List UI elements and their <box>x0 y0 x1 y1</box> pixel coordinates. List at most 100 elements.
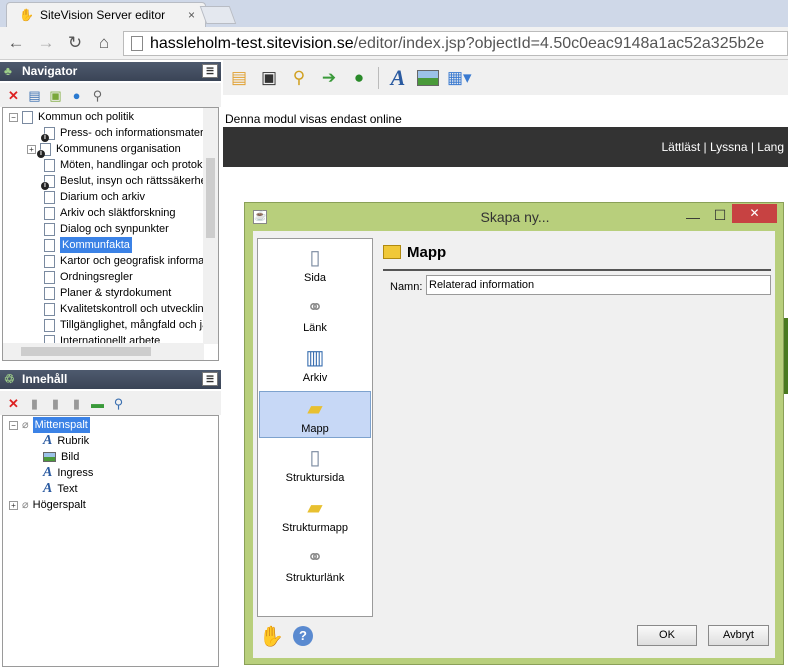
url-host: hassleholm-test.sitevision.se <box>150 34 354 52</box>
tree-item-selected[interactable]: − ⌀ Mittenspalt <box>9 417 90 433</box>
panel-menu-icon[interactable]: ☰ <box>202 372 218 386</box>
expand-icon[interactable]: + <box>27 144 36 154</box>
tree-item-selected[interactable]: Kommunfakta <box>44 237 132 253</box>
info-page-icon <box>41 174 55 190</box>
type-item-sida[interactable]: ▯ Sida <box>259 241 371 288</box>
structure-link-icon: ⚭ <box>306 547 324 569</box>
type-item-mapp[interactable]: ▰ Mapp <box>259 391 371 438</box>
expand-icon[interactable]: + <box>9 500 18 510</box>
scrollbar-thumb[interactable] <box>21 347 151 356</box>
type-list: ▯ Sida ⚭ Länk ▥ Arkiv ▰ Mapp ▯ Struktursida ▰… <box>257 238 373 617</box>
folder-icon <box>383 245 401 259</box>
tree-item[interactable]: A Text <box>43 481 78 497</box>
navigator-tree-icon: ♣ <box>4 64 12 78</box>
publish-icon[interactable]: ▣ <box>48 88 63 103</box>
collapse-icon[interactable]: − <box>9 112 18 122</box>
text-module-icon: A <box>43 481 53 496</box>
tree-item[interactable]: Press- och informationsmateri <box>41 125 206 142</box>
vertical-scrollbar[interactable] <box>203 108 218 344</box>
help-icon[interactable]: ? <box>293 626 313 646</box>
checklist-icon[interactable]: ▤ <box>27 88 42 103</box>
cancel-button[interactable]: Avbryt <box>708 625 769 646</box>
tree-item[interactable]: Kartor och geografisk informa <box>44 253 204 269</box>
type-item-lank[interactable]: ⚭ Länk <box>259 291 371 338</box>
create-new-dialog: ☕ Skapa ny... — ☐ ✕ ▯ Sida ⚭ Länk ▥ Arkiv ▰… <box>244 202 784 665</box>
publish-icon[interactable]: ➔ <box>318 67 340 89</box>
online-icon[interactable]: ● <box>348 67 370 89</box>
content-title: Innehåll <box>22 372 68 386</box>
tree-item[interactable]: − Kommun och politik <box>9 109 134 125</box>
type-item-struktursida[interactable]: ▯ Struktursida <box>259 441 371 488</box>
preview-icon[interactable]: ⚲ <box>111 396 126 411</box>
collapse-icon[interactable]: − <box>9 420 18 430</box>
tree-item[interactable]: Planer & styrdokument <box>44 285 171 301</box>
copy-icon[interactable]: ▮ <box>27 396 42 411</box>
cut-icon[interactable]: ▮ <box>69 396 84 411</box>
content-panel-icon: ♲ <box>4 372 15 386</box>
name-label: Namn: <box>390 281 423 293</box>
section-divider <box>383 269 771 271</box>
page-icon <box>44 318 55 332</box>
maximize-button[interactable]: ☐ <box>710 201 730 229</box>
scrollbar-thumb[interactable] <box>206 158 215 238</box>
search-icon[interactable]: ⚲ <box>90 88 105 103</box>
horizontal-scrollbar[interactable] <box>3 343 204 360</box>
tree-item[interactable]: Arkiv och släktforskning <box>44 205 176 221</box>
tree-item[interactable]: Beslut, insyn och rättssäkerhe <box>41 173 207 190</box>
tree-item[interactable]: A Rubrik <box>43 433 89 449</box>
column-icon: ⌀ <box>22 419 29 431</box>
module-notice: Denna modul visas endast online <box>225 112 402 126</box>
module-icon[interactable]: ▬ <box>90 396 105 411</box>
tree-item[interactable]: Diarium och arkiv <box>44 189 145 205</box>
text-icon[interactable]: A <box>387 66 409 89</box>
delete-icon[interactable]: ✕ <box>6 88 21 103</box>
forward-icon[interactable]: → <box>37 34 55 52</box>
link-icon: ⚭ <box>306 297 324 319</box>
folder-icon: ▰ <box>307 398 323 420</box>
new-page-icon[interactable]: ▤ <box>228 67 250 89</box>
text-module-icon: A <box>43 433 53 448</box>
tree-item[interactable]: Bild <box>43 449 79 465</box>
type-item-strukturlank[interactable]: ⚭ Strukturlänk <box>259 541 371 588</box>
structure-folder-icon: ▰ <box>307 497 323 519</box>
address-bar[interactable]: hassleholm-test.sitevision.se/editor/ind… <box>123 31 788 56</box>
new-tab-button[interactable] <box>199 6 237 24</box>
page-icon <box>44 206 55 220</box>
name-input[interactable] <box>426 275 771 295</box>
preview-icon[interactable]: ⚲ <box>288 67 310 89</box>
reload-icon[interactable]: ↻ <box>66 34 84 52</box>
panel-menu-icon[interactable]: ☰ <box>202 64 218 78</box>
tab-close-icon[interactable]: × <box>188 8 195 22</box>
close-button[interactable]: ✕ <box>732 204 777 223</box>
delete-icon[interactable]: ✕ <box>6 396 21 411</box>
page-icon <box>44 302 55 316</box>
tree-item[interactable]: Tillgänglighet, mångfald och jä <box>44 317 208 333</box>
top-nav-links[interactable]: Lättläst | Lyssna | Lang <box>661 140 784 154</box>
type-item-arkiv[interactable]: ▥ Arkiv <box>259 341 371 388</box>
content-toolbar: ✕ ▮ ▮ ▮ ▬ ⚲ <box>0 391 221 415</box>
tree-item[interactable]: + ⌀ Högerspalt <box>9 497 86 513</box>
tree-item[interactable]: Ordningsregler <box>44 269 133 285</box>
save-icon[interactable]: ▣ <box>258 67 280 89</box>
section-header: Mapp <box>383 241 771 263</box>
globe-icon[interactable]: ● <box>69 88 84 103</box>
home-icon[interactable]: ⌂ <box>95 34 113 52</box>
tree-item[interactable]: Kvalitetskontroll och utvecklin <box>44 301 204 317</box>
sitevision-favicon-icon: ✋ <box>19 8 34 22</box>
info-page-icon <box>41 126 55 142</box>
type-item-strukturmapp[interactable]: ▰ Strukturmapp <box>259 491 371 538</box>
back-icon[interactable]: ← <box>7 34 25 52</box>
tree-item[interactable]: Möten, handlingar och protok <box>44 157 202 173</box>
page-icon: ▯ <box>309 247 321 269</box>
page-icon <box>22 110 33 124</box>
browser-tab[interactable]: ✋ SiteVision Server editor × <box>6 2 206 27</box>
tree-item[interactable]: A Ingress <box>43 465 93 481</box>
ok-button[interactable]: OK <box>637 625 697 646</box>
modules-icon[interactable]: ▦▾ <box>447 67 472 89</box>
image-icon[interactable] <box>417 69 439 86</box>
paste-icon[interactable]: ▮ <box>48 396 63 411</box>
navigator-toolbar: ✕ ▤ ▣ ● ⚲ <box>0 83 221 107</box>
minimize-button[interactable]: — <box>683 203 703 231</box>
tree-item[interactable]: +Kommunens organisation <box>27 141 181 158</box>
tree-item[interactable]: Dialog och synpunkter <box>44 221 169 237</box>
